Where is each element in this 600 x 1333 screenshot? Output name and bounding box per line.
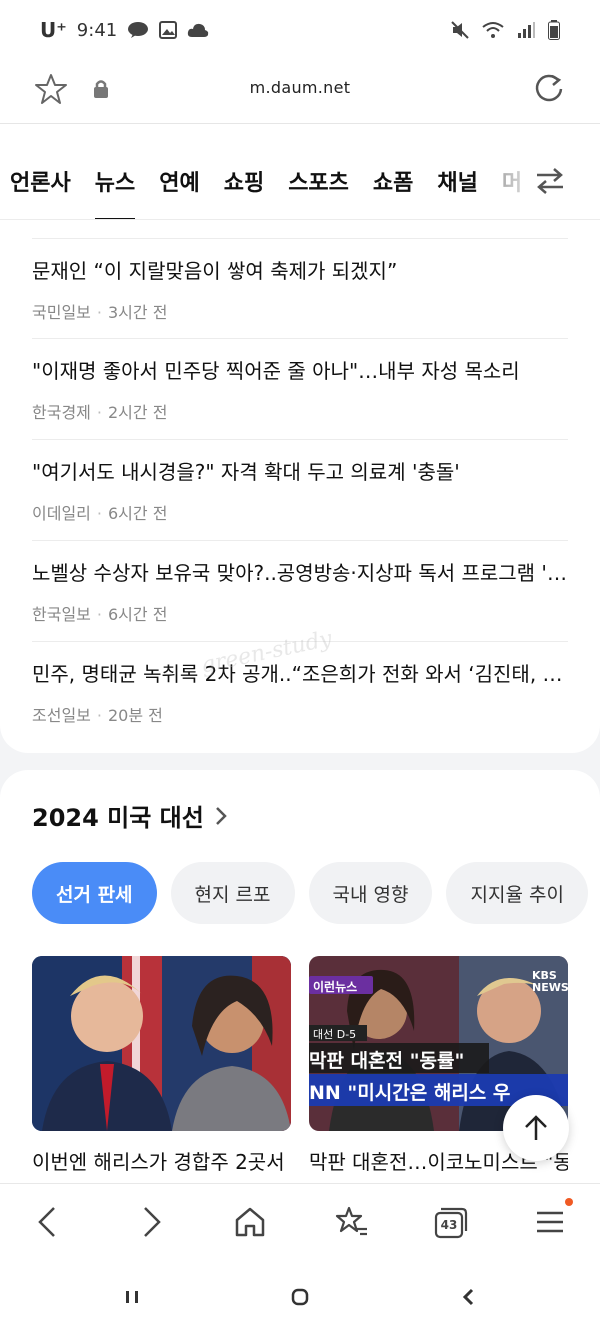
thumbnail-caption[interactable]: 이번엔 해리스가 경합주 2곳서 <box>32 1146 291 1175</box>
tab-channel[interactable]: 채널 <box>437 165 477 197</box>
system-navigation-bar <box>0 1261 600 1333</box>
recent-apps-icon[interactable] <box>120 1285 144 1309</box>
thumbnail-row: 이런뉴스 대선 D-5 막판 대혼전 "동률" NN "미시간은 해리스 우 K… <box>32 956 568 1131</box>
back-icon[interactable] <box>30 1204 66 1240</box>
battery-icon <box>548 20 560 40</box>
signal-icon <box>518 22 535 38</box>
news-title[interactable]: "이재명 좋아서 민주당 찍어준 줄 아나"…내부 자성 목소리 <box>32 357 568 385</box>
back-button-icon[interactable] <box>457 1285 481 1309</box>
bookmarks-icon[interactable] <box>333 1204 369 1240</box>
category-tab-list: 언론사 뉴스 연예 쇼핑 스포츠 쇼폼 채널 머 <box>10 165 522 219</box>
news-list: 문재인 “이 지랄맞음이 쌓여 축제가 되겠지” 국민일보 · 3시간 전 "이재명… <box>32 238 568 743</box>
news-overlay-subheadline: NN "미시간은 해리스 우 <box>309 1082 511 1104</box>
chip-poll-trend[interactable]: 지지율 추이 <box>446 862 588 924</box>
news-source: 국민일보 <box>32 303 91 322</box>
news-meta: 국민일보 · 3시간 전 <box>32 303 168 322</box>
news-thumbnail[interactable] <box>32 956 291 1131</box>
tab-shopping[interactable]: 쇼핑 <box>224 165 264 197</box>
broadcaster-logo: KBS NEWS <box>532 969 568 994</box>
news-title[interactable]: 문재인 “이 지랄맞음이 쌓여 축제가 되겠지” <box>32 257 568 285</box>
news-time: 3시간 전 <box>107 303 168 322</box>
chip-domestic-impact[interactable]: 국내 영향 <box>308 862 433 924</box>
carrier-label: U⁺ <box>40 18 67 42</box>
news-time: 20분 전 <box>107 706 163 725</box>
news-item[interactable]: 문재인 “이 지랄맞음이 쌓여 축제가 되겠지” 국민일보 · 3시간 전 <box>32 238 568 339</box>
news-meta: 이데일리 · 6시간 전 <box>32 504 168 523</box>
news-subtag: 대선 D-5 <box>313 1028 357 1041</box>
news-item[interactable]: "여기서도 내시경을?" 자격 확대 두고 의료계 '충돌' 이데일리 · 6시간 … <box>32 440 568 541</box>
news-card: 문재인 “이 지랄맞음이 쌓여 축제가 되겠지” 국민일보 · 3시간 전 "이재명… <box>0 220 600 753</box>
forward-icon[interactable] <box>133 1204 169 1240</box>
home-icon[interactable] <box>232 1204 268 1240</box>
tab-sports[interactable]: 스포츠 <box>288 165 349 197</box>
news-tag: 이런뉴스 <box>313 980 358 994</box>
news-source: 한국경제 <box>32 403 91 422</box>
tab-press[interactable]: 언론사 <box>10 165 71 197</box>
tab-entertainment[interactable]: 연예 <box>159 165 199 197</box>
news-meta: 조선일보 · 20분 전 <box>32 706 163 725</box>
arrow-up-icon <box>525 1115 547 1140</box>
news-item[interactable]: 노벨상 수상자 보유국 맞아?..공영방송·지상파 독서 프로그램 '0… 한국… <box>32 541 568 642</box>
chip-election-status[interactable]: 선거 판세 <box>32 862 157 924</box>
wifi-icon <box>482 22 504 38</box>
news-overlay-headline: 막판 대혼전 "동률" <box>309 1050 465 1072</box>
news-title[interactable]: "여기서도 내시경을?" 자격 확대 두고 의료계 '충돌' <box>32 458 568 486</box>
clock: 9:41 <box>76 19 118 41</box>
section-title[interactable]: 2024 미국 대선 <box>32 798 228 833</box>
scroll-to-top-button[interactable] <box>503 1095 569 1161</box>
cloud-icon <box>188 23 209 37</box>
category-tab-bar: 언론사 뉴스 연예 쇼핑 스포츠 쇼폼 채널 머 <box>0 125 600 220</box>
browser-toolbar: 43 <box>0 1183 600 1261</box>
section-title-text: 2024 미국 대선 <box>32 804 204 832</box>
chevron-right-icon <box>215 806 227 825</box>
news-source: 한국일보 <box>32 605 91 624</box>
notification-dot <box>565 1198 573 1206</box>
tab-news[interactable]: 뉴스 <box>94 165 136 219</box>
home-button-icon[interactable] <box>288 1285 312 1309</box>
url-field[interactable]: m.daum.net <box>0 78 600 97</box>
status-bar: U⁺ 9:41 <box>0 0 600 60</box>
menu-icon[interactable] <box>532 1204 568 1240</box>
swap-arrows-icon[interactable] <box>534 165 566 197</box>
news-source: 이데일리 <box>32 504 91 523</box>
news-time: 6시간 전 <box>107 605 168 624</box>
news-meta: 한국일보 · 6시간 전 <box>32 605 168 624</box>
gallery-icon <box>159 21 178 39</box>
mute-icon <box>451 21 469 39</box>
news-title[interactable]: 노벨상 수상자 보유국 맞아?..공영방송·지상파 독서 프로그램 '0… <box>32 559 568 587</box>
chip-row: 선거 판세 현지 르포 국내 영향 지지율 추이 <box>32 862 588 924</box>
news-time: 6시간 전 <box>107 504 168 523</box>
browser-address-bar: m.daum.net <box>0 60 600 124</box>
news-title[interactable]: 민주, 명태균 녹취록 2차 공개..“조은희가 전화 와서 ‘김진태, … <box>32 660 568 688</box>
news-item[interactable]: "이재명 좋아서 민주당 찍어준 줄 아나"…내부 자성 목소리 한국경제 · 2시… <box>32 339 568 440</box>
tabs-count: 43 <box>440 1218 458 1232</box>
news-meta: 한국경제 · 2시간 전 <box>32 403 168 422</box>
reload-icon[interactable] <box>532 72 566 106</box>
tab-shortform[interactable]: 쇼폼 <box>373 165 413 197</box>
news-source: 조선일보 <box>32 706 91 725</box>
chip-field-report[interactable]: 현지 르포 <box>170 862 295 924</box>
tabs-button[interactable]: 43 <box>432 1204 468 1240</box>
news-time: 2시간 전 <box>107 403 168 422</box>
talk-icon <box>128 22 149 38</box>
candidates-photo <box>32 956 291 1131</box>
